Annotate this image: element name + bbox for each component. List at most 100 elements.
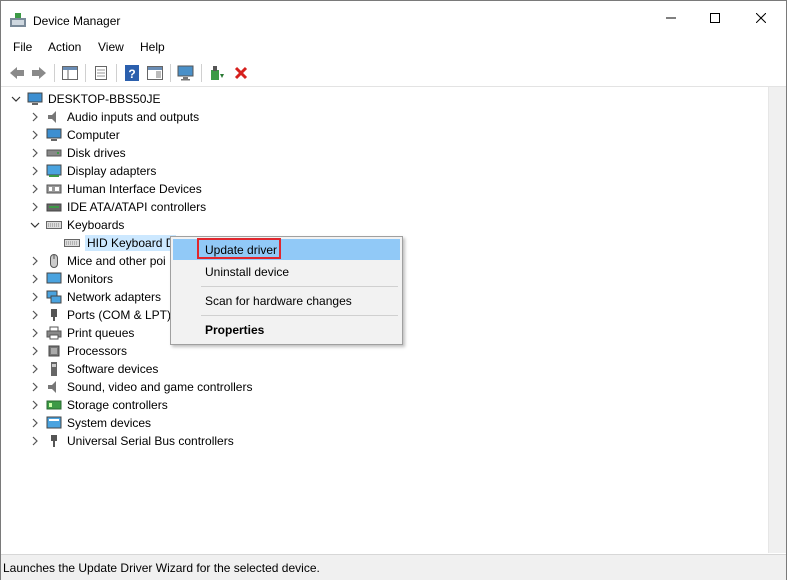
disk-drive-icon [46,146,62,160]
minimize-button[interactable] [648,1,694,35]
tree-item-network-adapters[interactable]: Network adapters [30,288,161,306]
chevron-right-icon[interactable] [30,382,40,392]
storage-controller-icon [46,398,62,412]
help-button[interactable]: ? [122,63,142,83]
help-question-icon: ? [125,65,139,81]
chevron-down-icon[interactable] [30,220,40,230]
maximize-icon [710,13,720,23]
tree-item-ports[interactable]: Ports (COM & LPT) [30,306,171,324]
menu-bar: File Action View Help [1,37,786,57]
menu-help[interactable]: Help [140,40,165,54]
action-pane-icon [147,66,163,80]
mouse-icon [46,254,62,268]
action-pane-button[interactable] [145,63,165,83]
keyboard-icon [46,218,62,232]
tree-item-monitors[interactable]: Monitors [30,270,113,288]
menu-file[interactable]: File [13,40,32,54]
chevron-right-icon[interactable] [30,274,40,284]
chevron-down-icon[interactable] [11,94,21,104]
chevron-right-icon[interactable] [30,364,40,374]
maximize-button[interactable] [692,1,738,35]
chevron-right-icon[interactable] [30,112,40,122]
speaker-icon [46,110,62,124]
scan-hardware-button[interactable] [176,63,196,83]
vertical-scrollbar[interactable] [768,87,786,553]
software-device-icon [46,362,62,376]
close-icon [756,13,766,23]
update-driver-button[interactable] [207,63,227,83]
chevron-right-icon[interactable] [30,292,40,302]
sound-controller-icon [46,380,62,394]
chevron-right-icon[interactable] [30,310,40,320]
properties-menu-item[interactable]: Properties [173,319,400,340]
chevron-right-icon[interactable] [30,400,40,410]
hid-icon [46,182,62,196]
chevron-right-icon[interactable] [30,418,40,428]
tree-item-storage-controllers[interactable]: Storage controllers [30,396,168,414]
tree-item-mice[interactable]: Mice and other poi [30,252,166,270]
chevron-right-icon[interactable] [30,202,40,212]
tree-item-keyboards[interactable]: Keyboards [30,216,124,234]
device-manager-app-icon [10,13,26,27]
computer-icon [46,128,62,142]
back-button[interactable] [7,63,27,83]
port-icon [46,308,62,322]
forward-button[interactable] [29,63,49,83]
menu-view[interactable]: View [98,40,124,54]
minimize-icon [666,17,676,19]
tree-item-print-queues[interactable]: Print queues [30,324,134,342]
chevron-right-icon[interactable] [30,166,40,176]
root-label: DESKTOP-BBS50JE [48,92,161,106]
menu-action[interactable]: Action [48,40,81,54]
annotation-highlight-box [197,238,281,259]
console-tree-icon [62,66,78,80]
properties-button[interactable] [91,63,111,83]
scan-hardware-menu-item[interactable]: Scan for hardware changes [173,290,400,311]
close-button[interactable] [738,1,784,35]
window-title: Device Manager [33,14,121,28]
monitor-icon [46,272,62,286]
tree-item-processors[interactable]: Processors [30,342,127,360]
uninstall-device-button[interactable] [231,63,251,83]
tree-item-software-devices[interactable]: Software devices [30,360,158,378]
properties-sheet-icon [95,66,107,80]
ide-controller-icon [46,200,62,214]
processor-icon [46,344,62,358]
tree-item-sound-controllers[interactable]: Sound, video and game controllers [30,378,252,396]
chevron-right-icon[interactable] [30,148,40,158]
computer-icon [27,92,43,106]
printer-icon [46,326,62,340]
uninstall-device-menu-item[interactable]: Uninstall device [173,261,400,282]
chevron-right-icon[interactable] [30,130,40,140]
forward-arrow-icon [32,67,46,79]
show-hide-console-tree-button[interactable] [60,63,80,83]
keyboard-icon [64,236,80,250]
tree-item-display-adapters[interactable]: Display adapters [30,162,156,180]
chevron-right-icon[interactable] [30,436,40,446]
chevron-right-icon[interactable] [30,184,40,194]
status-bar: Launches the Update Driver Wizard for th… [1,554,786,580]
tree-root[interactable]: DESKTOP-BBS50JE [11,90,161,108]
tree-item-hid[interactable]: Human Interface Devices [30,180,202,198]
tree-item-disk-drives[interactable]: Disk drives [30,144,126,162]
tree-item-computer[interactable]: Computer [30,126,120,144]
tree-item-audio[interactable]: Audio inputs and outputs [30,108,199,126]
chevron-right-icon[interactable] [30,328,40,338]
tree-item-usb-controllers[interactable]: Universal Serial Bus controllers [30,432,234,450]
network-adapter-icon [46,290,62,304]
usb-icon [46,434,62,448]
update-driver-icon [211,66,224,80]
system-device-icon [46,416,62,430]
title-bar[interactable]: Device Manager [1,1,786,35]
chevron-right-icon[interactable] [30,346,40,356]
red-x-icon [234,66,248,80]
svg-text:?: ? [128,67,135,81]
scan-monitor-icon [177,65,194,81]
tree-item-system-devices[interactable]: System devices [30,414,151,432]
tree-item-hid-keyboard-device[interactable]: HID Keyboard D [64,234,177,252]
status-text: Launches the Update Driver Wizard for th… [3,561,320,575]
display-adapter-icon [46,164,62,178]
chevron-right-icon[interactable] [30,256,40,266]
tree-item-ide-controllers[interactable]: IDE ATA/ATAPI controllers [30,198,206,216]
toolbar: ? [1,60,786,87]
